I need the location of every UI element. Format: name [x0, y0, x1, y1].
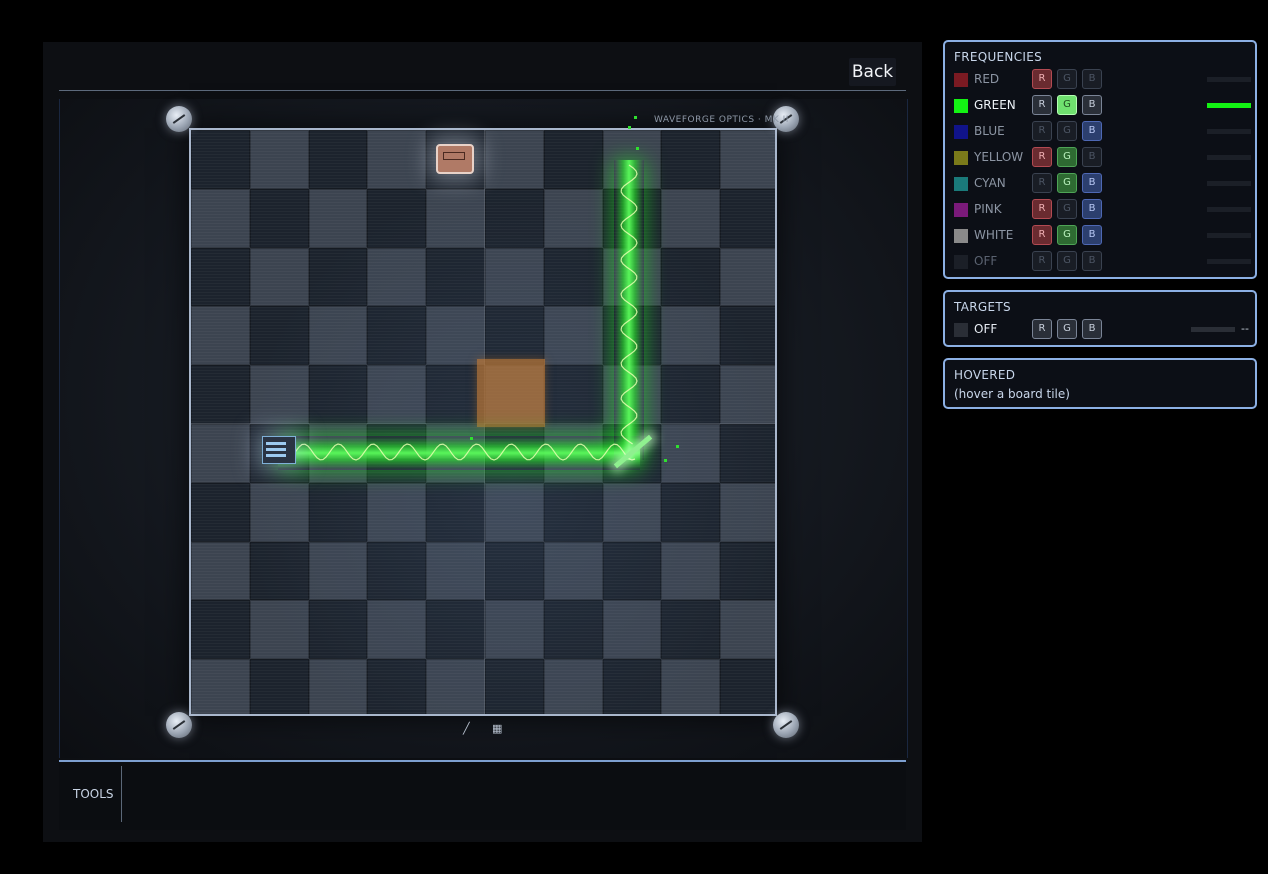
- frequency-channel-g[interactable]: G: [1057, 225, 1077, 245]
- frequency-row-red[interactable]: RED R G B: [945, 69, 1255, 91]
- frequency-name: BLUE: [974, 124, 1005, 138]
- frequency-channel-b[interactable]: B: [1082, 147, 1102, 167]
- frequency-channel-b[interactable]: B: [1082, 121, 1102, 141]
- frequency-channel-g[interactable]: G: [1057, 69, 1077, 89]
- spark: [636, 147, 639, 150]
- grid-icon[interactable]: ▦: [492, 722, 502, 735]
- frequency-swatch: [954, 229, 968, 243]
- pencil-icon[interactable]: ╱: [463, 722, 470, 735]
- frequency-meter-fill: [1207, 103, 1251, 108]
- spark: [628, 126, 631, 129]
- frequency-name: RED: [974, 72, 1000, 86]
- frequency-channel-g[interactable]: G: [1057, 121, 1077, 141]
- frequency-meter: [1207, 181, 1251, 186]
- frequency-swatch: [954, 255, 968, 269]
- frequency-row-cyan[interactable]: CYAN R G B: [945, 173, 1255, 195]
- hovered-panel: HOVERED (hover a board tile): [943, 358, 1257, 409]
- frequency-channel-b[interactable]: B: [1082, 173, 1102, 193]
- frequency-meter: [1207, 103, 1251, 108]
- frequency-row-blue[interactable]: BLUE R G B: [945, 121, 1255, 143]
- frequency-row-yellow[interactable]: YELLOW R G B: [945, 147, 1255, 169]
- frequency-meter: [1207, 77, 1251, 82]
- tools-label: TOOLS: [73, 787, 114, 801]
- frequency-name: OFF: [974, 254, 998, 268]
- frequency-name: PINK: [974, 202, 1002, 216]
- frequency-channel-r[interactable]: R: [1032, 95, 1052, 115]
- hovered-title: HOVERED: [954, 368, 1016, 382]
- beam-wave-vertical: [620, 164, 638, 445]
- spark: [664, 459, 667, 462]
- target-value: --: [1241, 322, 1249, 335]
- frequency-channel-g[interactable]: G: [1057, 147, 1077, 167]
- frequency-channel-r[interactable]: R: [1032, 69, 1052, 89]
- frequency-name: YELLOW: [974, 150, 1024, 164]
- laser-emitter-icon[interactable]: [262, 436, 296, 464]
- frequency-swatch: [954, 99, 968, 113]
- frequency-swatch: [954, 203, 968, 217]
- tools-divider: [121, 766, 122, 822]
- frequency-channel-r[interactable]: R: [1032, 147, 1052, 167]
- frequency-channel-g[interactable]: G: [1057, 173, 1077, 193]
- frequency-channel-r[interactable]: R: [1032, 225, 1052, 245]
- frequency-channel-b[interactable]: B: [1082, 225, 1102, 245]
- spark: [676, 445, 679, 448]
- frequency-channel-b[interactable]: B: [1082, 199, 1102, 219]
- frequency-name: GREEN: [974, 98, 1016, 112]
- frequency-swatch: [954, 151, 968, 165]
- targets-title: TARGETS: [954, 300, 1011, 314]
- frequency-channel-b[interactable]: B: [1082, 69, 1102, 89]
- spark: [634, 116, 637, 119]
- frequency-meter: [1207, 155, 1251, 160]
- receiver-icon[interactable]: [436, 144, 474, 174]
- frequency-meter: [1207, 259, 1251, 264]
- frequency-channel-g[interactable]: G: [1057, 95, 1077, 115]
- frequency-channel-r[interactable]: R: [1032, 121, 1052, 141]
- target-channel-b[interactable]: B: [1082, 319, 1102, 339]
- tools-bar: [59, 760, 906, 830]
- target-meter: [1191, 327, 1235, 332]
- spark: [470, 437, 473, 440]
- frequency-row-off[interactable]: OFF R G B: [945, 251, 1255, 273]
- frequency-meter: [1207, 233, 1251, 238]
- frequency-channel-r[interactable]: R: [1032, 199, 1052, 219]
- target-swatch: [954, 323, 968, 337]
- frequency-swatch: [954, 177, 968, 191]
- frequency-channel-b[interactable]: B: [1082, 251, 1102, 271]
- frequency-swatch: [954, 125, 968, 139]
- target-name: OFF: [974, 322, 998, 336]
- frequency-name: CYAN: [974, 176, 1006, 190]
- frequency-swatch: [954, 73, 968, 87]
- frequency-channel-r[interactable]: R: [1032, 173, 1052, 193]
- frequency-channel-r[interactable]: R: [1032, 251, 1052, 271]
- target-channel-r[interactable]: R: [1032, 319, 1052, 339]
- target-channel-g[interactable]: G: [1057, 319, 1077, 339]
- hovered-text: (hover a board tile): [954, 387, 1070, 401]
- frequency-name: WHITE: [974, 228, 1014, 242]
- frequency-channel-g[interactable]: G: [1057, 199, 1077, 219]
- frequency-channel-b[interactable]: B: [1082, 95, 1102, 115]
- frequency-meter: [1207, 129, 1251, 134]
- frequency-row-white[interactable]: WHITE R G B: [945, 225, 1255, 247]
- frequency-row-pink[interactable]: PINK R G B: [945, 199, 1255, 221]
- frequencies-title: FREQUENCIES: [954, 50, 1043, 64]
- targets-panel: TARGETS OFF R G B --: [943, 290, 1257, 347]
- frequency-meter: [1207, 207, 1251, 212]
- beam-wave-horizontal: [277, 443, 636, 461]
- frequency-row-green[interactable]: GREEN R G B: [945, 95, 1255, 117]
- frequency-channel-g[interactable]: G: [1057, 251, 1077, 271]
- target-row[interactable]: OFF R G B --: [945, 319, 1255, 341]
- frequencies-panel: FREQUENCIES RED R G B GREEN R G B BLUE R G B YELLOW R…: [943, 40, 1257, 279]
